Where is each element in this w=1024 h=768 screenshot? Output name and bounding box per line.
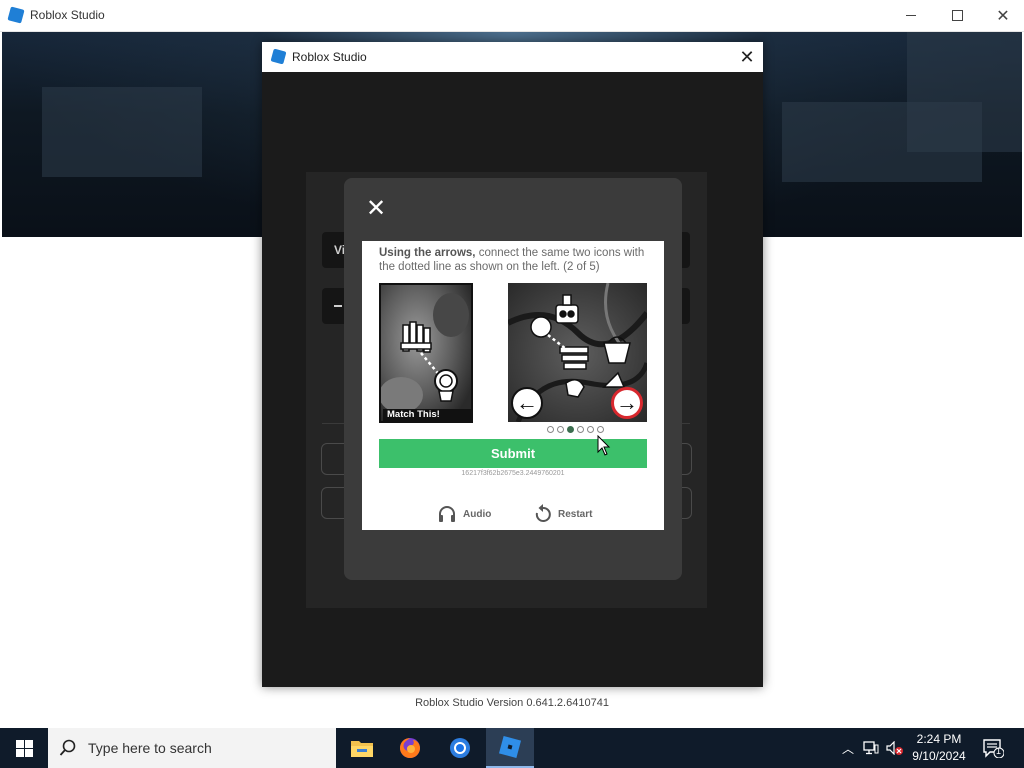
- app-close-button[interactable]: ✕: [980, 0, 1024, 31]
- captcha-card: Using the arrows, connect the same two i…: [362, 241, 664, 530]
- close-icon: ✕: [365, 195, 387, 222]
- headphones-icon: [439, 506, 455, 522]
- chrome-taskbar-button[interactable]: [436, 728, 484, 768]
- maximize-button[interactable]: [934, 0, 980, 31]
- pagination-dot: [557, 426, 564, 433]
- banner-decoration: [42, 87, 202, 177]
- roblox-studio-logo-icon: [270, 48, 287, 65]
- roblox-studio-icon: [498, 735, 522, 759]
- instruction-emphasis: Using the arrows,: [379, 247, 476, 259]
- notifications-button[interactable]: 1: [978, 728, 1008, 768]
- network-icon: [863, 741, 879, 755]
- clock-date: 9/10/2024: [912, 749, 966, 763]
- close-icon: ✕: [996, 7, 1010, 25]
- dialog-close-button[interactable]: ✕: [736, 46, 758, 68]
- taskbar-clock[interactable]: 2:24 PM 9/10/2024: [908, 731, 970, 765]
- pagination-dot: [597, 426, 604, 433]
- show-hidden-icons-button[interactable]: ︿: [838, 728, 858, 768]
- pagination-dot: [577, 426, 584, 433]
- windows-logo-icon: [15, 739, 33, 757]
- firefox-taskbar-button[interactable]: [386, 728, 434, 768]
- app-title: Roblox Studio: [30, 8, 105, 22]
- volume-tray-button[interactable]: [884, 728, 906, 768]
- example-scene-icon: [381, 285, 471, 421]
- network-tray-button[interactable]: [860, 728, 882, 768]
- dialog-titlebar: Roblox Studio ✕: [262, 42, 763, 72]
- search-placeholder: Type here to search: [88, 740, 212, 756]
- clock-time: 2:24 PM: [916, 732, 962, 746]
- restart-icon: [535, 504, 551, 522]
- restart-button[interactable]: Restart: [534, 504, 592, 524]
- search-icon: [59, 739, 76, 756]
- start-button[interactable]: [0, 728, 48, 768]
- audio-button[interactable]: Audio: [437, 504, 491, 524]
- chrome-icon: [450, 738, 470, 758]
- minimize-icon: [906, 15, 916, 16]
- chevron-up-icon: ︿: [841, 741, 854, 756]
- taskbar-search-box[interactable]: Type here to search: [48, 728, 336, 768]
- mouse-cursor-icon: [597, 435, 611, 456]
- roblox-studio-taskbar-button[interactable]: [486, 728, 534, 768]
- puzzle-image: ← →: [508, 283, 647, 422]
- pagination-dot: [587, 426, 594, 433]
- minimize-button[interactable]: [888, 0, 934, 31]
- banner-decoration: [907, 32, 1022, 152]
- next-arrow-button[interactable]: →: [611, 387, 643, 419]
- example-image: Match This!: [379, 283, 473, 423]
- pagination-dot: [547, 426, 554, 433]
- version-label: Roblox Studio Version 0.641.2.6410741: [415, 697, 609, 709]
- notification-count: 1: [996, 746, 1002, 756]
- taskbar: Type here to search ︿ 2:24 PM 9/10/2024 …: [0, 728, 1024, 768]
- password-dash: [334, 305, 342, 307]
- example-label: Match This!: [383, 409, 471, 421]
- arrow-right-icon: →: [616, 390, 638, 415]
- audio-label: Audio: [463, 508, 492, 520]
- file-explorer-taskbar-button[interactable]: [338, 728, 386, 768]
- arrow-left-icon: ←: [516, 390, 538, 415]
- previous-arrow-button[interactable]: ←: [511, 387, 543, 419]
- roblox-studio-logo-icon: [7, 6, 25, 24]
- captcha-instructions: Using the arrows, connect the same two i…: [379, 246, 649, 274]
- close-icon: ✕: [739, 47, 755, 67]
- session-id: 16217f3f62b2675e3.2449760201: [461, 470, 565, 477]
- app-titlebar: Roblox Studio ✕: [0, 0, 1024, 32]
- restart-label: Restart: [558, 508, 593, 520]
- volume-muted-icon: [886, 741, 903, 755]
- pagination-dot-active: [567, 426, 574, 433]
- pagination-dots: [547, 426, 604, 434]
- maximize-icon: [951, 10, 963, 21]
- captcha-close-button[interactable]: ✕: [363, 196, 389, 222]
- firefox-icon: [400, 738, 420, 758]
- dialog-title: Roblox Studio: [292, 50, 367, 64]
- file-explorer-icon: [351, 741, 373, 757]
